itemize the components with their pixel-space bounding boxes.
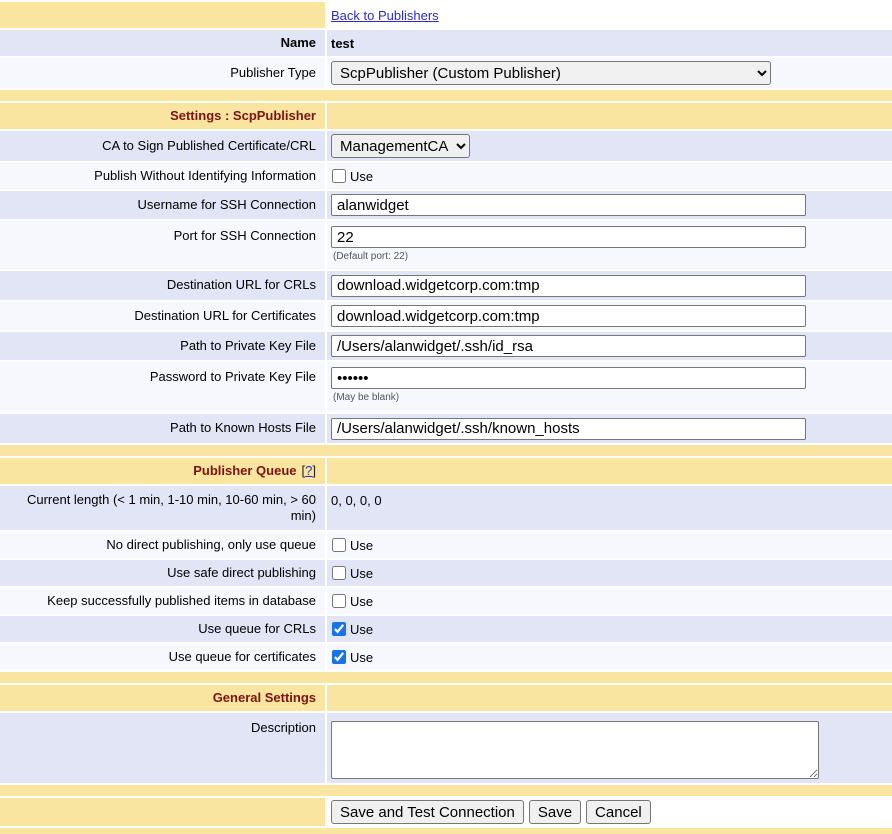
keep-published-checkbox-label: Use (350, 594, 373, 609)
top-left-spacer (0, 2, 325, 28)
no-direct-publishing-checkbox[interactable] (332, 538, 346, 552)
general-section-title: General Settings (0, 685, 325, 711)
publisher-type-label: Publisher Type (0, 58, 325, 88)
section-separator (0, 785, 892, 796)
queue-certs-checkbox[interactable] (332, 650, 346, 664)
safe-direct-publishing-checkbox-label: Use (350, 566, 373, 581)
queue-crls-checkbox[interactable] (332, 622, 346, 636)
description-cell (327, 713, 892, 783)
queue-crls-cell: Use (327, 616, 892, 642)
cert-url-input[interactable] (331, 305, 806, 327)
anonymous-cell: Use (327, 163, 892, 189)
port-cell: (Default port: 22) (327, 221, 892, 269)
crl-url-label: Destination URL for CRLs (0, 271, 325, 300)
queue-certs-label: Use queue for certificates (0, 644, 325, 670)
queue-certs-cell: Use (327, 644, 892, 670)
settings-section-title: Settings : ScpPublisher (0, 103, 325, 129)
publisher-type-select[interactable]: ScpPublisher (Custom Publisher) (331, 61, 771, 85)
safe-direct-publishing-label: Use safe direct publishing (0, 560, 325, 586)
section-separator (0, 445, 892, 456)
private-key-input[interactable] (331, 335, 806, 357)
general-section-spacer (327, 685, 892, 711)
password-blank-note: (May be blank) (331, 392, 399, 403)
queue-length-value: 0, 0, 0, 0 (327, 486, 892, 530)
cancel-button[interactable]: Cancel (586, 800, 651, 824)
cert-url-cell (327, 302, 892, 330)
queue-certs-checkbox-label: Use (350, 650, 373, 665)
save-and-test-button[interactable]: Save and Test Connection (331, 800, 524, 824)
queue-crls-label: Use queue for CRLs (0, 616, 325, 642)
keep-published-checkbox[interactable] (332, 594, 346, 608)
no-direct-publishing-checkbox-label: Use (350, 538, 373, 553)
queue-help-link[interactable]: ? (305, 463, 312, 479)
queue-length-label: Current length (< 1 min, 1-10 min, 10-60… (0, 486, 325, 530)
private-key-password-label: Password to Private Key File (0, 362, 325, 412)
publisher-form: Back to Publishers Name test Publisher T… (0, 0, 892, 834)
private-key-label: Path to Private Key File (0, 332, 325, 360)
no-direct-publishing-label: No direct publishing, only use queue (0, 532, 325, 558)
publisher-type-cell: ScpPublisher (Custom Publisher) (327, 58, 892, 88)
queue-section-spacer (327, 458, 892, 484)
anonymous-checkbox-label: Use (350, 169, 373, 184)
keep-published-cell: Use (327, 588, 892, 614)
bottom-separator (0, 828, 892, 834)
back-to-publishers-link[interactable]: Back to Publishers (331, 8, 439, 23)
no-direct-publishing-cell: Use (327, 532, 892, 558)
section-separator (0, 90, 892, 101)
port-label: Port for SSH Connection (0, 221, 325, 269)
ca-sign-label: CA to Sign Published Certificate/CRL (0, 131, 325, 161)
anonymous-checkbox[interactable] (332, 169, 346, 183)
queue-section-title: Publisher Queue (193, 463, 296, 479)
section-separator (0, 672, 892, 683)
username-cell (327, 191, 892, 219)
help-bracket-close: ] (312, 463, 316, 479)
username-label: Username for SSH Connection (0, 191, 325, 219)
cert-url-label: Destination URL for Certificates (0, 302, 325, 330)
username-input[interactable] (331, 194, 806, 216)
private-key-password-cell: (May be blank) (327, 362, 892, 412)
footer-actions: Save and Test Connection Save Cancel (327, 798, 892, 826)
anonymous-label: Publish Without Identifying Information (0, 163, 325, 189)
name-value: test (327, 30, 892, 56)
known-hosts-label: Path to Known Hosts File (0, 414, 325, 443)
known-hosts-cell (327, 414, 892, 443)
description-textarea[interactable] (331, 721, 819, 779)
name-label: Name (0, 30, 325, 56)
queue-crls-checkbox-label: Use (350, 622, 373, 637)
safe-direct-publishing-cell: Use (327, 560, 892, 586)
known-hosts-input[interactable] (331, 418, 806, 440)
ca-sign-cell: ManagementCA (327, 131, 892, 161)
footer-left-spacer (0, 798, 325, 826)
description-label: Description (0, 713, 325, 783)
private-key-cell (327, 332, 892, 360)
back-link-cell: Back to Publishers (327, 2, 892, 28)
crl-url-input[interactable] (331, 275, 806, 297)
queue-section-title-cell: Publisher Queue [ ? ] (0, 458, 325, 484)
private-key-password-input[interactable] (331, 367, 806, 389)
save-button[interactable]: Save (529, 800, 581, 824)
publisher-edit-page: Back to Publishers Name test Publisher T… (0, 0, 892, 834)
port-default-note: (Default port: 22) (331, 251, 408, 262)
crl-url-cell (327, 271, 892, 300)
keep-published-label: Keep successfully published items in dat… (0, 588, 325, 614)
ca-sign-select[interactable]: ManagementCA (331, 134, 470, 158)
port-input[interactable] (331, 226, 806, 248)
safe-direct-publishing-checkbox[interactable] (332, 566, 346, 580)
settings-section-spacer (327, 103, 892, 129)
